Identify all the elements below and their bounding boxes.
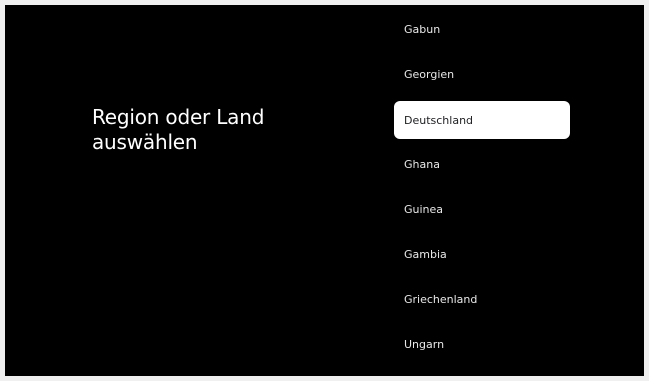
tv-screen: Region oder Land auswählen Gabun Georgie… <box>5 5 644 376</box>
country-option-label: Ghana <box>404 158 440 171</box>
country-option-label: Deutschland <box>404 113 474 127</box>
country-option-gabun[interactable]: Gabun <box>394 7 570 52</box>
country-option-label: Georgien <box>404 68 455 81</box>
country-option-ungarn[interactable]: Ungarn <box>394 322 570 367</box>
country-option-guinea[interactable]: Guinea <box>394 187 570 232</box>
country-option-deutschland-selected[interactable]: Deutschland <box>394 101 570 139</box>
country-option-georgien[interactable]: Georgien <box>394 52 570 97</box>
country-option-label: Gambia <box>404 248 447 261</box>
country-option-label: Ungarn <box>404 338 445 351</box>
page-title: Region oder Land auswählen <box>92 105 265 154</box>
country-option-label: Griechenland <box>404 293 478 306</box>
country-option-label: Guinea <box>404 203 444 216</box>
country-option-label: Gabun <box>404 23 441 36</box>
country-list: Gabun Georgien Deutschland Ghana Guinea … <box>394 7 570 367</box>
country-option-griechenland[interactable]: Griechenland <box>394 277 570 322</box>
country-option-gambia[interactable]: Gambia <box>394 232 570 277</box>
country-option-ghana[interactable]: Ghana <box>394 142 570 187</box>
